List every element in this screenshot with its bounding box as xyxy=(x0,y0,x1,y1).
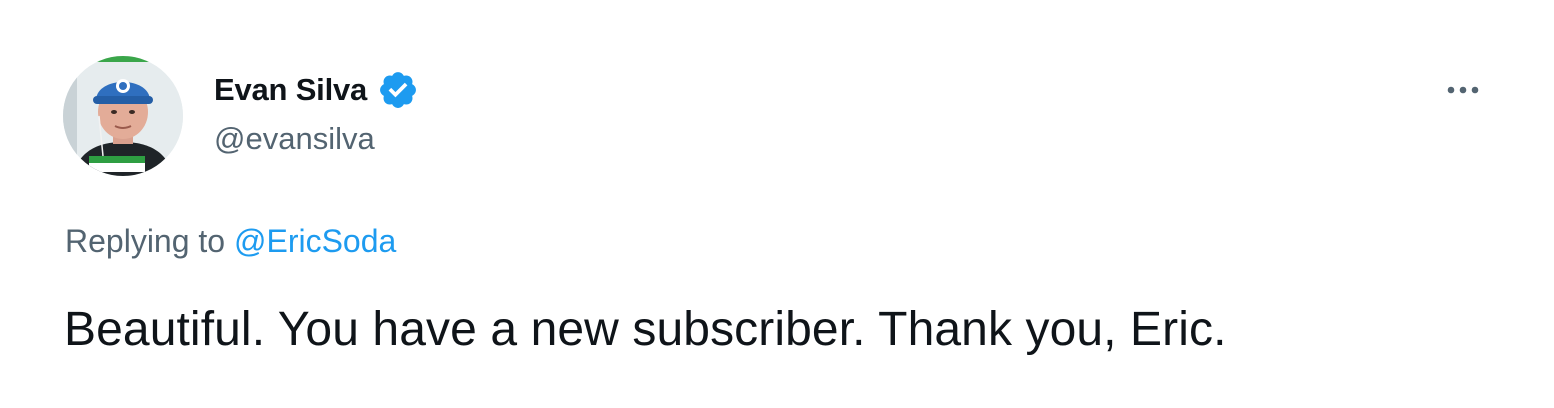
tweet-card: Evan Silva @evansilva Replying to @EricS… xyxy=(0,0,1554,408)
more-horizontal-icon xyxy=(1447,86,1479,94)
replying-to-label: Replying to xyxy=(65,223,234,259)
avatar[interactable] xyxy=(63,56,183,176)
replying-to-line: Replying to @EricSoda xyxy=(65,223,396,260)
author-handle[interactable]: @evansilva xyxy=(214,121,375,157)
author-display-name[interactable]: Evan Silva xyxy=(214,72,367,108)
author-name-row: Evan Silva xyxy=(214,70,419,110)
tweet-text: Beautiful. You have a new subscriber. Th… xyxy=(64,303,1227,356)
reply-mention-link[interactable]: @EricSoda xyxy=(234,223,396,259)
more-options-button[interactable] xyxy=(1437,70,1489,110)
verified-badge-icon xyxy=(377,69,419,111)
